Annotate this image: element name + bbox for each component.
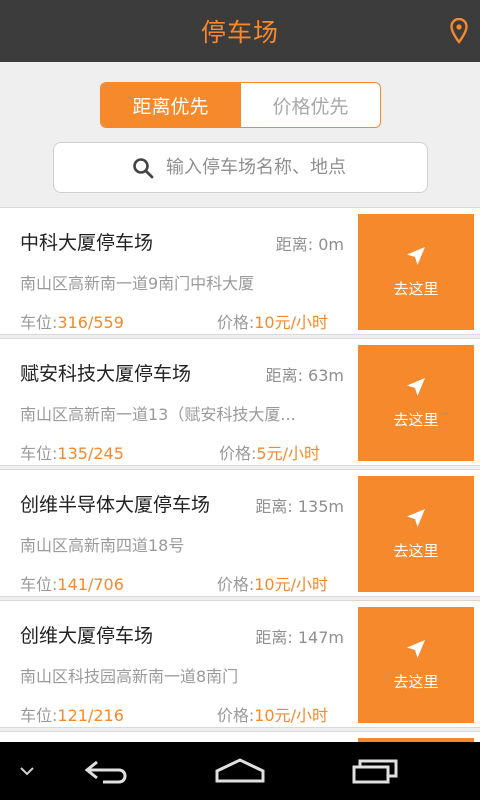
distance-value: 147m: [297, 628, 344, 647]
parking-price: 价格:5元/小时: [219, 440, 320, 464]
parking-name: 创维半导体大厦停车场: [20, 494, 211, 516]
page-title: 停车场: [200, 18, 279, 47]
home-icon: [215, 758, 265, 783]
price-label: 价格:: [216, 706, 255, 725]
spots-value: 121/216: [57, 706, 124, 725]
parking-spots: 车位:141/706: [20, 571, 124, 595]
navigate-arrow-icon: [407, 246, 425, 265]
search-box[interactable]: [53, 142, 428, 193]
sort-segmented-control: 距离优先 价格优先: [100, 82, 381, 128]
app-header: 停车场: [0, 0, 480, 62]
parking-price: 价格:10元/小时: [217, 309, 328, 333]
distance-label: 距离:: [255, 497, 298, 516]
location-pin-icon: [450, 18, 468, 44]
spots-value: 141/706: [57, 575, 124, 594]
spots-label: 车位:: [20, 575, 58, 594]
parking-address: 南山区高新南四道18号: [20, 536, 185, 555]
recent-apps-button[interactable]: [348, 756, 402, 786]
price-label: 价格:: [219, 444, 257, 463]
search-icon: [133, 157, 154, 178]
parking-address: 南山区高新南一道9南门中科大厦: [20, 274, 255, 293]
spots-label: 车位:: [20, 313, 58, 332]
parking-distance: 距离: 147m: [255, 624, 344, 648]
spots-value: 316/559: [57, 313, 124, 332]
parking-price: 价格:10元/小时: [217, 702, 328, 726]
parking-name: 中科大厦停车场: [20, 232, 154, 254]
spots-value: 135/245: [57, 444, 124, 463]
price-label: 价格:: [216, 313, 255, 332]
go-here-label: 去这里: [393, 541, 439, 560]
distance-value: 135m: [297, 497, 344, 516]
distance-label: 距离:: [275, 235, 319, 254]
go-here-label: 去这里: [393, 672, 439, 691]
parking-distance: 距离: 135m: [255, 493, 344, 517]
tab-price-first[interactable]: 价格优先: [240, 83, 380, 127]
price-value: 10元/小时: [254, 575, 328, 594]
hide-nav-button[interactable]: [16, 762, 38, 780]
parking-distance: 距离: 0m: [276, 231, 344, 255]
go-here-button[interactable]: 去这里: [358, 476, 474, 592]
go-here-button[interactable]: 去这里: [358, 214, 474, 330]
parking-name: 赋安科技大厦停车场: [20, 363, 192, 385]
spots-label: 车位:: [20, 706, 58, 725]
parking-address: 南山区科技园高新南一道8南门: [20, 667, 239, 686]
parking-address: 南山区高新南一道13（赋安科技大厦...: [20, 405, 296, 424]
parking-spots: 车位:135/245: [20, 440, 124, 464]
chevron-down-icon: [20, 767, 34, 776]
distance-value: 63m: [308, 366, 344, 385]
location-button[interactable]: [448, 17, 470, 45]
go-here-button[interactable]: 去这里: [358, 345, 474, 461]
tab-distance-first[interactable]: 距离优先: [101, 83, 240, 127]
parking-price: 价格:10元/小时: [217, 571, 328, 595]
home-button[interactable]: [212, 756, 268, 786]
price-value: 10元/小时: [254, 706, 328, 725]
back-icon: [84, 760, 127, 784]
navigate-arrow-icon: [407, 508, 425, 527]
go-here-button[interactable]: 去这里: [358, 607, 474, 723]
price-value: 10元/小时: [254, 313, 328, 332]
parking-card[interactable]: 中科大厦停车场 距离: 0m 南山区高新南一道9南门中科大厦 车位:316/55…: [0, 207, 480, 335]
parking-card[interactable]: 创维大厦停车场 距离: 147m 南山区科技园高新南一道8南门 车位:121/2…: [0, 600, 480, 728]
parking-spots: 车位:316/559: [20, 309, 124, 333]
back-button[interactable]: [80, 756, 134, 786]
parking-name: 创维大厦停车场: [20, 625, 154, 647]
price-value: 5元/小时: [256, 444, 320, 463]
parking-card[interactable]: 赋安科技大厦停车场 距离: 63m 南山区高新南一道13（赋安科技大厦... 车…: [0, 338, 480, 466]
price-label: 价格:: [216, 575, 255, 594]
parking-spots: 车位:121/216: [20, 702, 124, 726]
search-input[interactable]: [166, 157, 416, 178]
system-nav-bar: [0, 742, 480, 800]
distance-label: 距离:: [255, 628, 298, 647]
spots-label: 车位:: [20, 444, 58, 463]
distance-value: 0m: [318, 235, 344, 254]
parking-card[interactable]: 创维半导体大厦停车场 距离: 135m 南山区高新南四道18号 车位:141/7…: [0, 469, 480, 597]
go-here-label: 去这里: [393, 279, 439, 298]
distance-label: 距离:: [265, 366, 309, 385]
navigate-arrow-icon: [407, 377, 425, 396]
go-here-label: 去这里: [393, 410, 439, 429]
parking-distance: 距离: 63m: [266, 362, 344, 386]
recent-apps-icon: [352, 759, 398, 784]
navigate-arrow-icon: [407, 639, 425, 658]
